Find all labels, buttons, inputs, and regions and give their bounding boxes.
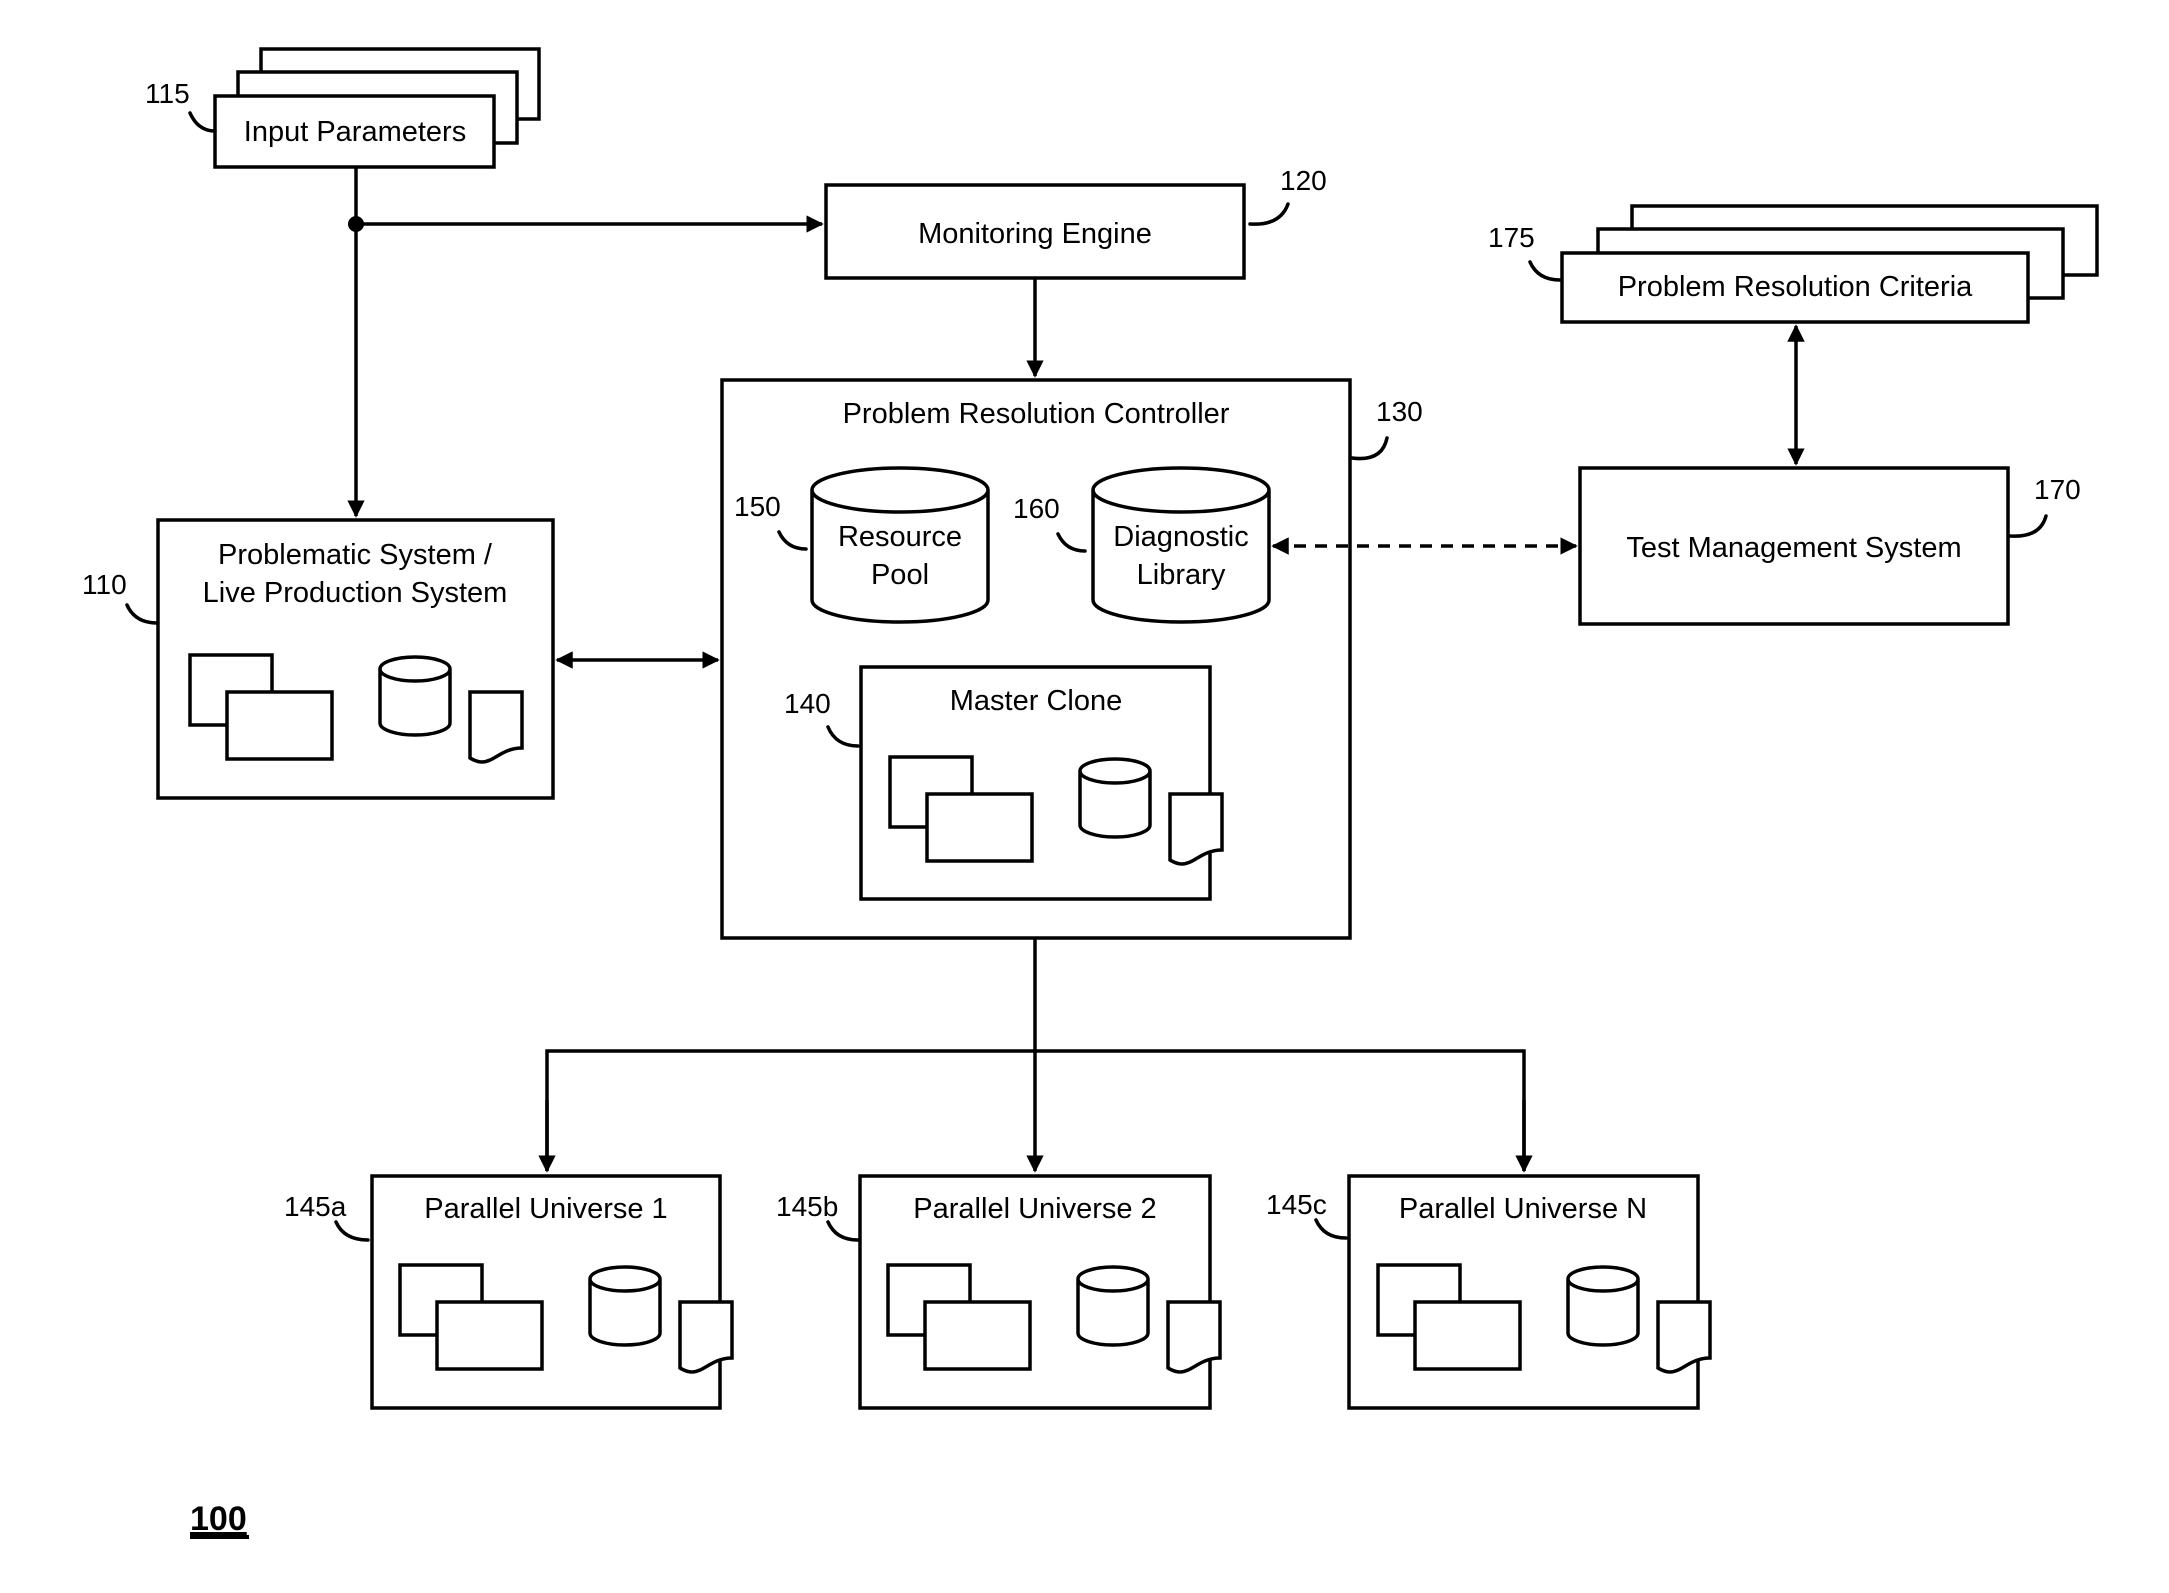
leader-170 xyxy=(2008,514,2048,538)
leader-130 xyxy=(1350,436,1389,461)
test-management-system[interactable]: Test Management System xyxy=(1578,466,2010,626)
ref-145a: 145a xyxy=(284,1191,347,1222)
ref-120: 120 xyxy=(1280,165,1327,196)
junction-dot xyxy=(348,216,364,232)
ref-145b: 145b xyxy=(776,1191,838,1222)
ref-115: 115 xyxy=(145,78,190,109)
leader-175 xyxy=(1528,260,1562,282)
diagnostic-library-line2: Library xyxy=(1137,559,1226,591)
resource-pool-cylinder[interactable]: Resource Pool xyxy=(810,466,990,624)
leader-115 xyxy=(188,111,217,133)
input-parameters-label: Input Parameters xyxy=(244,116,466,148)
criteria-label: Problem Resolution Criteria xyxy=(1618,271,1973,303)
ref-150: 150 xyxy=(734,491,781,522)
problematic-system[interactable]: Problematic System / Live Production Sys… xyxy=(156,518,555,800)
test-management-label: Test Management System xyxy=(1626,532,1961,564)
problematic-system-line1: Problematic System / xyxy=(218,539,493,571)
ref-145c: 145c xyxy=(1266,1189,1327,1220)
input-parameters-stack: Input Parameters xyxy=(213,47,541,169)
system-diagram: Input Parameters 115 Monitoring Engine 1… xyxy=(82,47,2099,1539)
controller-label: Problem Resolution Controller xyxy=(843,398,1230,430)
parallel-universe-1[interactable]: Parallel Universe 1 xyxy=(370,1174,734,1410)
leader-110 xyxy=(125,603,159,625)
monitoring-engine[interactable]: Monitoring Engine xyxy=(824,183,1246,280)
problematic-system-line2: Live Production System xyxy=(203,577,508,609)
diagnostic-library-cylinder[interactable]: Diagnostic Library xyxy=(1091,466,1271,624)
master-clone[interactable]: Master Clone xyxy=(859,665,1224,901)
ref-140: 140 xyxy=(784,688,831,719)
pun-label: Parallel Universe N xyxy=(1399,1193,1647,1225)
leader-145a xyxy=(334,1220,370,1242)
ref-170: 170 xyxy=(2034,474,2081,505)
leader-145c xyxy=(1314,1218,1348,1240)
ref-175: 175 xyxy=(1488,222,1535,253)
diagnostic-library-line1: Diagnostic xyxy=(1113,521,1248,553)
parallel-universe-n[interactable]: Parallel Universe N xyxy=(1347,1174,1712,1410)
resource-pool-line2: Pool xyxy=(871,559,929,591)
ref-130: 130 xyxy=(1376,396,1423,427)
monitoring-engine-label: Monitoring Engine xyxy=(918,218,1152,250)
ref-160: 160 xyxy=(1013,493,1060,524)
pu1-label: Parallel Universe 1 xyxy=(424,1193,667,1225)
leader-120 xyxy=(1248,202,1290,226)
pu2-label: Parallel Universe 2 xyxy=(913,1193,1156,1225)
parallel-universe-2[interactable]: Parallel Universe 2 xyxy=(858,1174,1222,1410)
problem-resolution-criteria-stack: Problem Resolution Criteria xyxy=(1560,204,2099,324)
master-clone-label: Master Clone xyxy=(950,685,1122,717)
resource-pool-line1: Resource xyxy=(838,521,962,553)
ref-110: 110 xyxy=(82,569,127,600)
figure-number: 100 xyxy=(190,1500,247,1538)
leader-145b xyxy=(826,1220,860,1242)
